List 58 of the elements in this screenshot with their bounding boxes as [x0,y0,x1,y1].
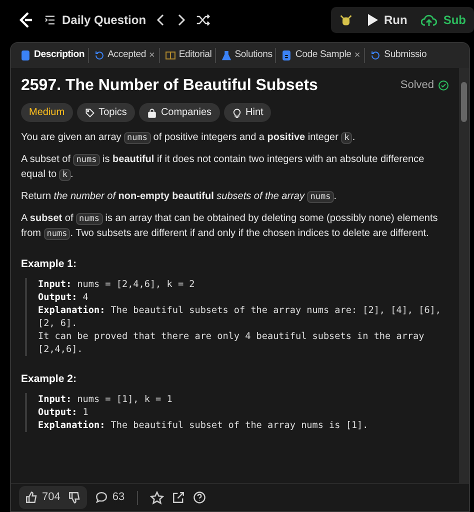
scrollbar[interactable] [459,68,469,483]
play-icon [367,14,378,26]
tag-chip[interactable]: Topics [76,103,135,122]
example-line: Explanation: The beautiful subset of the array nums is [1]. [38,418,370,432]
lightbulb-icon [232,108,242,118]
tag-chip[interactable]: Hint [224,103,272,122]
difficulty-badge: Medium [21,103,73,122]
like-button[interactable]: 704 [25,489,60,506]
close-tab-button[interactable]: × [354,48,364,63]
close-tab-button[interactable]: × [148,48,159,63]
history-icon [370,50,382,61]
example-line: Input: nums = [1], k = 1 [38,392,174,406]
tab[interactable]: Submissio [364,48,430,63]
tab[interactable]: Solutions [214,48,276,63]
problem-title: 2597. The Number of Beautiful Subsets [21,76,318,96]
thumbs-down-icon [68,491,82,504]
thumbs-up-icon [25,491,38,504]
history-icon [94,50,105,61]
submit-button[interactable]: Sub [421,11,466,29]
example-line: Explanation: The beautiful subsets of the array nums are: [2], [4], [6], [2, 6]. [38,304,442,330]
book-icon [164,50,176,61]
document-icon [281,50,292,61]
example-line: It can be proved that there are only 4 beautiful subsets in the array [2,4,6]. [38,330,426,356]
cloud-upload-icon [421,14,438,26]
document-icon [20,50,31,61]
tag-chip[interactable]: Companies [138,103,220,122]
debug-icon[interactable] [339,13,353,27]
run-button[interactable]: Run [367,11,408,29]
example-heading: Example 1: [21,257,78,272]
tab[interactable]: Editorial [158,48,215,63]
lock-icon [146,108,157,118]
check-circle-icon [438,80,449,92]
example-line: Output: 1 [38,406,90,419]
tab[interactable]: Description [15,48,88,63]
example-heading: Example 2: [21,372,78,388]
description-paragraph: You are given an array nums of positive integers and a positive integer k . [21,131,356,146]
description-paragraph: A subset of nums is an array that can be obtained by deleting some (possibly none) elements from nums . Two subsets are different if and only if the chosen indices to delete are different. [21,212,439,242]
tag-icon [84,108,95,118]
comments-button[interactable]: 63 [95,489,125,506]
chevron-left-icon[interactable] [156,13,166,27]
solved-status: Solved [400,77,449,94]
help-icon[interactable] [192,491,206,504]
dislike-button[interactable] [68,491,82,504]
shuffle-icon[interactable] [196,13,210,27]
problem-list-button[interactable]: Daily Question [44,11,146,29]
chevron-right-icon[interactable] [176,13,186,27]
description-paragraph: A subset of nums is beautiful if it does not contain two integers with an absolute difference equal to k . [21,153,426,182]
flask-icon [220,50,232,61]
comment-icon [95,491,108,504]
tab[interactable]: Code Sample [275,48,354,63]
description-paragraph: Return the number of non-empty beautiful subsets of the array nums . [21,190,338,204]
share-icon[interactable] [172,491,185,504]
example-line: Output: 4 [38,290,90,304]
star-icon[interactable] [150,490,164,504]
example-line: Input: nums = [2,4,6], k = 2 [38,278,196,291]
logo-icon[interactable] [18,11,34,29]
list-icon [44,14,56,26]
tab[interactable]: Accepted [88,48,149,63]
